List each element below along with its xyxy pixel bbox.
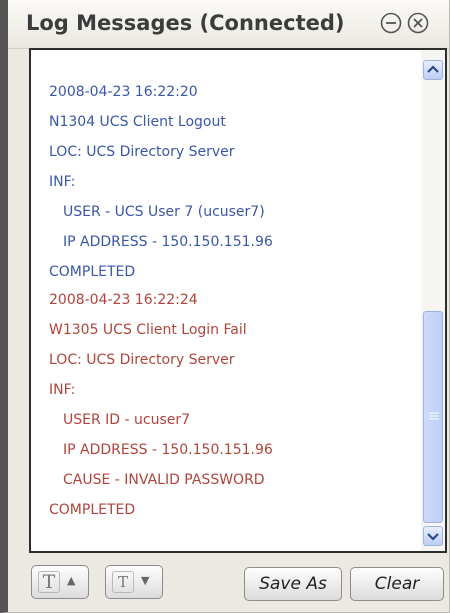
log-timestamp: 2008-04-23 16:22:20: [49, 84, 198, 100]
window-title: Log Messages (Connected): [26, 11, 345, 35]
log-panel: 2008-04-23 16:22:20 N1304 UCS Client Log…: [29, 48, 447, 553]
scroll-up-arrow-icon[interactable]: [423, 60, 443, 80]
font-size-icon: T: [112, 571, 134, 593]
log-location: LOC: UCS Directory Server: [49, 352, 235, 368]
close-icon[interactable]: [406, 11, 430, 35]
log-entry-info: 2008-04-23 16:22:20 N1304 UCS Client Log…: [49, 77, 273, 287]
scroll-down-arrow-icon[interactable]: [423, 526, 443, 546]
log-status: COMPLETED: [49, 264, 136, 280]
log-entry-warning: 2008-04-23 16:22:24 W1305 UCS Client Log…: [49, 285, 273, 525]
log-detail: CAUSE - INVALID PASSWORD: [63, 472, 265, 488]
log-content[interactable]: 2008-04-23 16:22:20 N1304 UCS Client Log…: [31, 50, 421, 551]
clear-button[interactable]: Clear: [350, 567, 444, 601]
down-arrow-icon: ▼: [141, 574, 150, 587]
log-info-label: INF:: [49, 382, 76, 398]
log-detail: USER - UCS User 7 (ucuser7): [63, 204, 265, 220]
scrollbar-thumb[interactable]: [423, 311, 443, 523]
log-messages-window: Log Messages (Connected) 2008-04-23 16:2…: [0, 0, 450, 613]
increase-font-button[interactable]: T ▲: [31, 565, 89, 599]
grip-icon: [429, 412, 439, 420]
log-detail: IP ADDRESS - 150.150.151.96: [63, 442, 273, 458]
log-status: COMPLETED: [49, 502, 136, 518]
log-event: N1304 UCS Client Logout: [49, 114, 226, 130]
log-toolbar: T ▲ T ▼ Save As Clear: [29, 560, 447, 606]
title-bar[interactable]: Log Messages (Connected): [8, 0, 449, 49]
vertical-scrollbar[interactable]: [421, 50, 445, 551]
log-location: LOC: UCS Directory Server: [49, 144, 235, 160]
minimize-icon[interactable]: [379, 11, 403, 35]
font-size-icon: T: [38, 571, 60, 593]
log-detail: USER ID - ucuser7: [63, 412, 191, 428]
log-detail: IP ADDRESS - 150.150.151.96: [63, 234, 273, 250]
log-event: W1305 UCS Client Login Fail: [49, 322, 247, 338]
save-as-button[interactable]: Save As: [244, 567, 342, 601]
log-timestamp: 2008-04-23 16:22:24: [49, 292, 198, 308]
decrease-font-button[interactable]: T ▼: [105, 565, 163, 599]
up-arrow-icon: ▲: [67, 574, 76, 587]
log-info-label: INF:: [49, 174, 76, 190]
